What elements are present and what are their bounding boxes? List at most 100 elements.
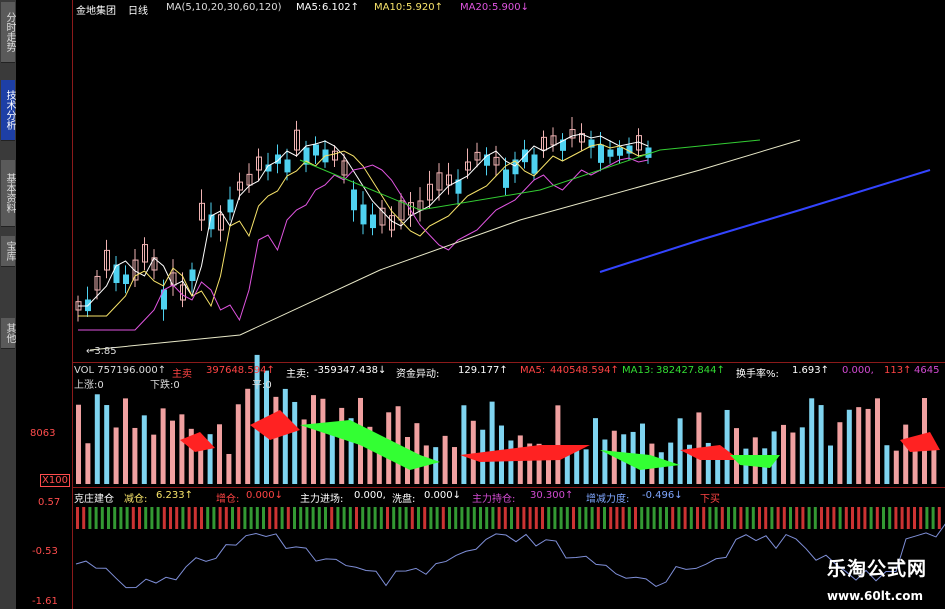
volume-bar [508, 440, 514, 484]
volume-bar [433, 447, 439, 484]
zhumai2-label: 主卖: [286, 369, 310, 380]
volume-bar [442, 435, 448, 484]
indicator-bar [516, 507, 520, 529]
ma5-label: MA5: [296, 2, 322, 13]
indicator-bar [559, 507, 563, 529]
volume-bar [809, 398, 815, 484]
indicator-bar [739, 507, 743, 529]
zengjian-value: -0.496↓ [642, 490, 683, 501]
indicator-bar [925, 507, 929, 529]
indicator-bar [361, 507, 365, 529]
volume-bar [470, 420, 476, 484]
indicator-bar [150, 507, 154, 529]
volume-bar [828, 445, 833, 484]
indicator-bar [88, 507, 92, 529]
indicator-bar [776, 507, 780, 529]
indicator-bar [578, 507, 582, 529]
indicator-bar [714, 507, 718, 529]
indicator-bar [398, 507, 402, 529]
xia-die: 下跌:0 [150, 380, 180, 391]
volume-bar [151, 434, 157, 484]
indicator-bar [770, 507, 774, 529]
indicator-bar [795, 507, 799, 529]
indicator-bar [169, 507, 172, 529]
xipan-value: 0.000↓ [424, 490, 462, 501]
indicator-bar [851, 507, 854, 529]
indicator-bar [317, 507, 321, 529]
zengjian-label: 增减力度: [586, 494, 630, 505]
ind-axis-top: 0.57 [38, 497, 61, 508]
indicator-bar [144, 507, 148, 529]
indicator-bar [119, 507, 123, 529]
period-label[interactable]: 日线 [128, 2, 148, 17]
indicator-bar [367, 507, 371, 529]
indicator-name: 克庄建仓 [74, 494, 114, 505]
vol-ma5-value: 440548.594↑ [550, 365, 619, 376]
volume-bar [640, 423, 645, 484]
indicator-bar [751, 507, 755, 529]
volume-bar [226, 453, 232, 484]
indicator-bar [596, 507, 600, 529]
volume-bar [846, 409, 852, 484]
indicator-bar [702, 507, 706, 529]
volume-bar [593, 418, 598, 484]
zero-value: 0.000, [842, 365, 874, 376]
indicator-bar [510, 507, 513, 529]
zengcang-value: 0.000↓ [246, 490, 284, 501]
indicator-bar [404, 507, 408, 529]
indicator-bar [658, 507, 662, 529]
candle-body [123, 274, 129, 285]
indicator-bar [844, 507, 848, 529]
volume-bar [198, 445, 204, 484]
indicator-bar [497, 507, 501, 529]
indicator-bar [429, 507, 433, 529]
volume-bar [141, 415, 147, 484]
indicator-bar [603, 507, 606, 529]
val-4645: 4645 [914, 365, 940, 376]
indicator-bar [671, 507, 675, 529]
xiamai-label: 下买 [700, 494, 720, 505]
indicator-bar [286, 507, 290, 529]
indicator-bar [181, 507, 185, 529]
indicator-bar [100, 507, 104, 529]
indicator-bar [813, 507, 817, 529]
indicator-bar [553, 507, 557, 529]
indicator-bar [441, 507, 445, 529]
indicator-bar [305, 507, 309, 529]
indicator-bar [293, 507, 296, 529]
kline-chart[interactable] [0, 0, 945, 609]
ma20-value: 5.900↓ [492, 2, 530, 13]
zhumai2-value: -359347.438↓ [314, 365, 387, 376]
jiancang-label: 减仓: [124, 494, 148, 505]
volume-bar [179, 414, 185, 484]
candle-body [607, 149, 614, 157]
volume-bar [903, 424, 909, 484]
candle-body [503, 169, 509, 188]
ma10-label: MA10: [374, 2, 406, 13]
indicator-bar [627, 507, 631, 529]
indicator-bar [900, 507, 904, 529]
zhuli-value: 0.000, [354, 490, 386, 501]
indicator-bar [156, 507, 160, 529]
candle-body [531, 154, 538, 174]
volume-bar [76, 404, 81, 484]
indicator-bar [727, 507, 730, 529]
indicator-bar [677, 507, 681, 529]
ind-axis-bot: -1.61 [32, 596, 58, 607]
indicator-bar [634, 507, 637, 529]
indicator-bar [696, 507, 699, 529]
indicator-bar [609, 507, 613, 529]
indicator-bar [212, 507, 216, 529]
indicator-bar [255, 507, 259, 529]
volume-bar [677, 418, 683, 484]
indicator-bar [782, 507, 786, 529]
indicator-bar [249, 507, 253, 529]
indicator-bar [262, 507, 265, 529]
volume-bar [837, 422, 843, 484]
indicator-bar [820, 507, 823, 529]
indicator-bar [888, 507, 892, 529]
indicator-bar [937, 507, 941, 529]
indicator-bar [131, 507, 135, 529]
indicator-bar [919, 507, 923, 529]
ma20-label: MA20: [460, 2, 492, 13]
